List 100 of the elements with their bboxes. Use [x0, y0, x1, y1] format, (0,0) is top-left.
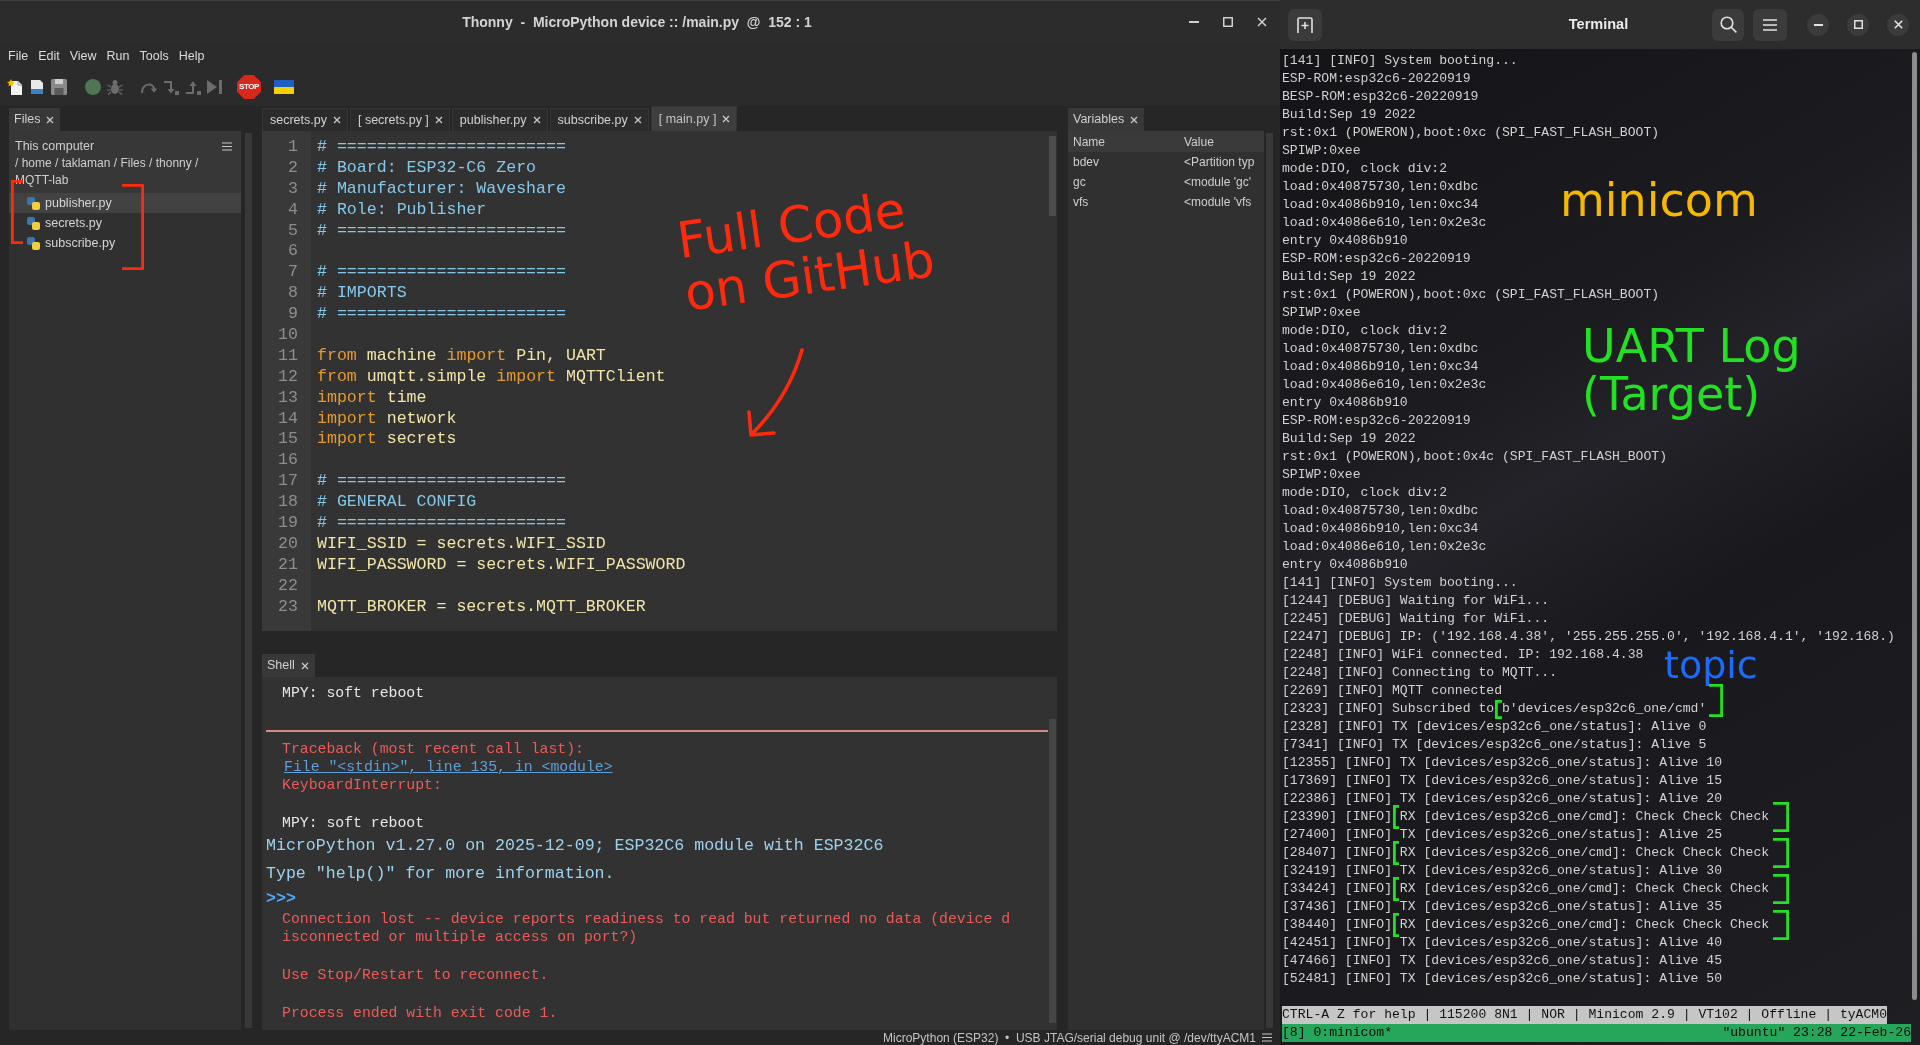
close-icon[interactable] — [434, 116, 443, 124]
line-number: 20 — [278, 533, 298, 555]
panel-tab[interactable]: Variables — [1068, 108, 1145, 131]
terminal-line: rst:0x1 (POWERON),boot:0xc (SPI_FAST_FLASH_BOOT) — [1282, 124, 1660, 142]
editor-tab[interactable]: secrets.py — [262, 108, 348, 131]
location-label: This computer — [15, 137, 95, 155]
minimize-icon — [1813, 23, 1823, 26]
terminal-line: [27400] [INFO] TX [devices/esp32c6_one/status]: Alive 25 — [1282, 826, 1723, 844]
close-icon[interactable] — [300, 661, 309, 670]
menu-item[interactable]: Tools — [134, 47, 174, 64]
close-icon[interactable] — [722, 115, 731, 123]
error-text: Process ended with exit code 1. — [281, 1004, 558, 1022]
shell-prompt: >>> — [266, 888, 296, 910]
code-line: # ======================= — [317, 513, 566, 534]
editor-tab[interactable]: [ secrets.py ] — [349, 108, 450, 131]
menu-item[interactable]: Help — [173, 47, 210, 64]
close-icon[interactable] — [633, 116, 642, 124]
error-text: Connection lost -- device reports readiness to read but returned no data (device d — [281, 910, 1011, 928]
menu-icon[interactable] — [1262, 1033, 1272, 1042]
menu-item[interactable]: View — [64, 47, 102, 64]
error-text: KeyboardInterrupt: — [281, 776, 442, 794]
menu-button[interactable] — [1753, 8, 1787, 41]
line-number: 18 — [278, 492, 298, 514]
line-number: 16 — [278, 450, 298, 472]
tree-row[interactable]: publisher.py — [9, 193, 241, 213]
line-number: 22 — [278, 575, 298, 597]
traceback-link[interactable]: File "<stdin>", line 135, in <module> — [284, 758, 613, 776]
handwritten-note: topic — [1664, 646, 1758, 684]
banner-text: Type "help()" for more information. — [266, 863, 615, 885]
scrollbar-thumb[interactable] — [1049, 719, 1056, 1023]
editor-tab[interactable]: subscribe.py — [549, 108, 649, 131]
minimize-button[interactable] — [1807, 13, 1829, 36]
file-icon — [27, 196, 40, 210]
new-tab-button[interactable] — [1288, 8, 1322, 41]
code-line: # ======================= — [317, 137, 566, 158]
handwritten-note: UART Log (Target) — [1582, 322, 1802, 419]
column-header[interactable]: Name — [1068, 132, 1105, 151]
tree-row[interactable]: secrets.py — [9, 213, 241, 233]
terminal-line: load:0x40875730,len:0xdbc — [1282, 178, 1479, 196]
terminal-line: [1244] [DEBUG] Waiting for WiFi... — [1282, 592, 1550, 610]
code-line: from machine import Pin, UART — [317, 345, 606, 367]
terminal-line: load:0x4086e610,len:0x2e3c — [1282, 214, 1487, 232]
code-line: WIFI_PASSWORD = secrets.WIFI_PASSWORD — [317, 554, 686, 576]
terminal-line: [33424] [INFO] RX [devices/esp32c6_one/cmd]: Check Check Check — [1282, 880, 1770, 898]
table-cell-text: gc — [1072, 174, 1086, 191]
editor-tab[interactable]: publisher.py — [451, 108, 548, 131]
terminal-line: SPIWP:0xee — [1282, 142, 1361, 160]
line-number: 10 — [278, 325, 298, 346]
code-line: # Role: Publisher — [317, 199, 487, 221]
close-icon[interactable] — [1130, 115, 1139, 124]
editor-tab[interactable]: [ main.py ] — [650, 106, 738, 131]
terminal-line: [7341] [INFO] TX [devices/esp32c6_one/status]: Alive 5 — [1282, 736, 1707, 754]
panel-tab[interactable]: Shell — [262, 654, 315, 677]
path-breadcrumb[interactable]: / home / taklaman / Files / thonny / MQTT-lab — [9, 155, 235, 189]
file-icon — [27, 216, 40, 230]
terminal-line: ESP-ROM:esp32c6-20220919 — [1282, 250, 1471, 268]
terminal-line: [2248] [INFO] WiFi connected. IP: 192.168.4.38 — [1282, 646, 1644, 664]
table-cell-text: <module 'vfs — [1184, 194, 1252, 211]
banner-text: MicroPython v1.27.0 on 2025-12-09; ESP32C6 module with ESP32C6 — [266, 835, 884, 857]
error-text: Traceback (most recent call last): — [281, 740, 584, 758]
code-line: # GENERAL CONFIG — [317, 492, 477, 514]
close-button[interactable] — [1887, 13, 1909, 36]
code-line: import secrets — [317, 429, 457, 451]
menu-icon — [1763, 18, 1777, 31]
code-line: # ======================= — [317, 304, 566, 325]
scrollbar-thumb[interactable] — [1049, 136, 1056, 216]
menu-item[interactable]: Run — [101, 47, 135, 64]
terminal-line: [32419] [INFO] TX [devices/esp32c6_one/status]: Alive 30 — [1282, 862, 1723, 880]
stop-button[interactable]: STOP — [237, 75, 261, 99]
close-icon[interactable] — [46, 115, 55, 124]
menu-item[interactable]: Edit — [33, 47, 65, 64]
menu-item[interactable]: File — [3, 47, 34, 64]
close-icon[interactable] — [532, 116, 541, 124]
terminal-line: ESP-ROM:esp32c6-20220919 — [1282, 412, 1471, 430]
panel-tab[interactable]: Files — [9, 108, 61, 131]
table-cell-text: vfs — [1072, 194, 1089, 211]
terminal-line: mode:DIO, clock div:2 — [1282, 160, 1447, 178]
search-button[interactable] — [1712, 8, 1744, 41]
terminal-line: Build:Sep 19 2022 — [1282, 430, 1416, 448]
terminal-line: [23390] [INFO] RX [devices/esp32c6_one/cmd]: Check Check Check — [1282, 808, 1770, 826]
handwritten-note: minicom — [1560, 176, 1758, 225]
window-title: Thonny - MicroPython device :: /main.py @ 152 : 1 — [462, 12, 812, 32]
terminal-line: SPIWP:0xee — [1282, 466, 1361, 484]
maximize-button[interactable] — [1847, 13, 1869, 36]
minimize-icon — [1189, 21, 1199, 23]
terminal-line: load:0x40875730,len:0xdbc — [1282, 502, 1479, 520]
tree-row[interactable]: subscribe.py — [9, 233, 241, 253]
column-header[interactable]: Value — [1184, 132, 1214, 151]
menu-icon[interactable] — [222, 141, 232, 151]
close-icon[interactable] — [332, 116, 341, 124]
search-icon — [1719, 16, 1737, 33]
scrollbar-thumb[interactable] — [1912, 52, 1917, 1000]
code-line: WIFI_SSID = secrets.WIFI_SSID — [317, 533, 606, 555]
code-line: MQTT_BROKER = secrets.MQTT_BROKER — [317, 596, 646, 618]
terminal-line: load:0x4086b910,len:0xc34 — [1282, 358, 1479, 376]
shell-output: MPY: soft reboot — [281, 814, 425, 832]
code-line: # ======================= — [317, 262, 566, 284]
terminal-line: load:0x4086e610,len:0x2e3c — [1282, 376, 1487, 394]
terminal-line: mode:DIO, clock div:2 — [1282, 322, 1447, 340]
handwritten-note: Full Code on GitHub — [674, 179, 940, 320]
